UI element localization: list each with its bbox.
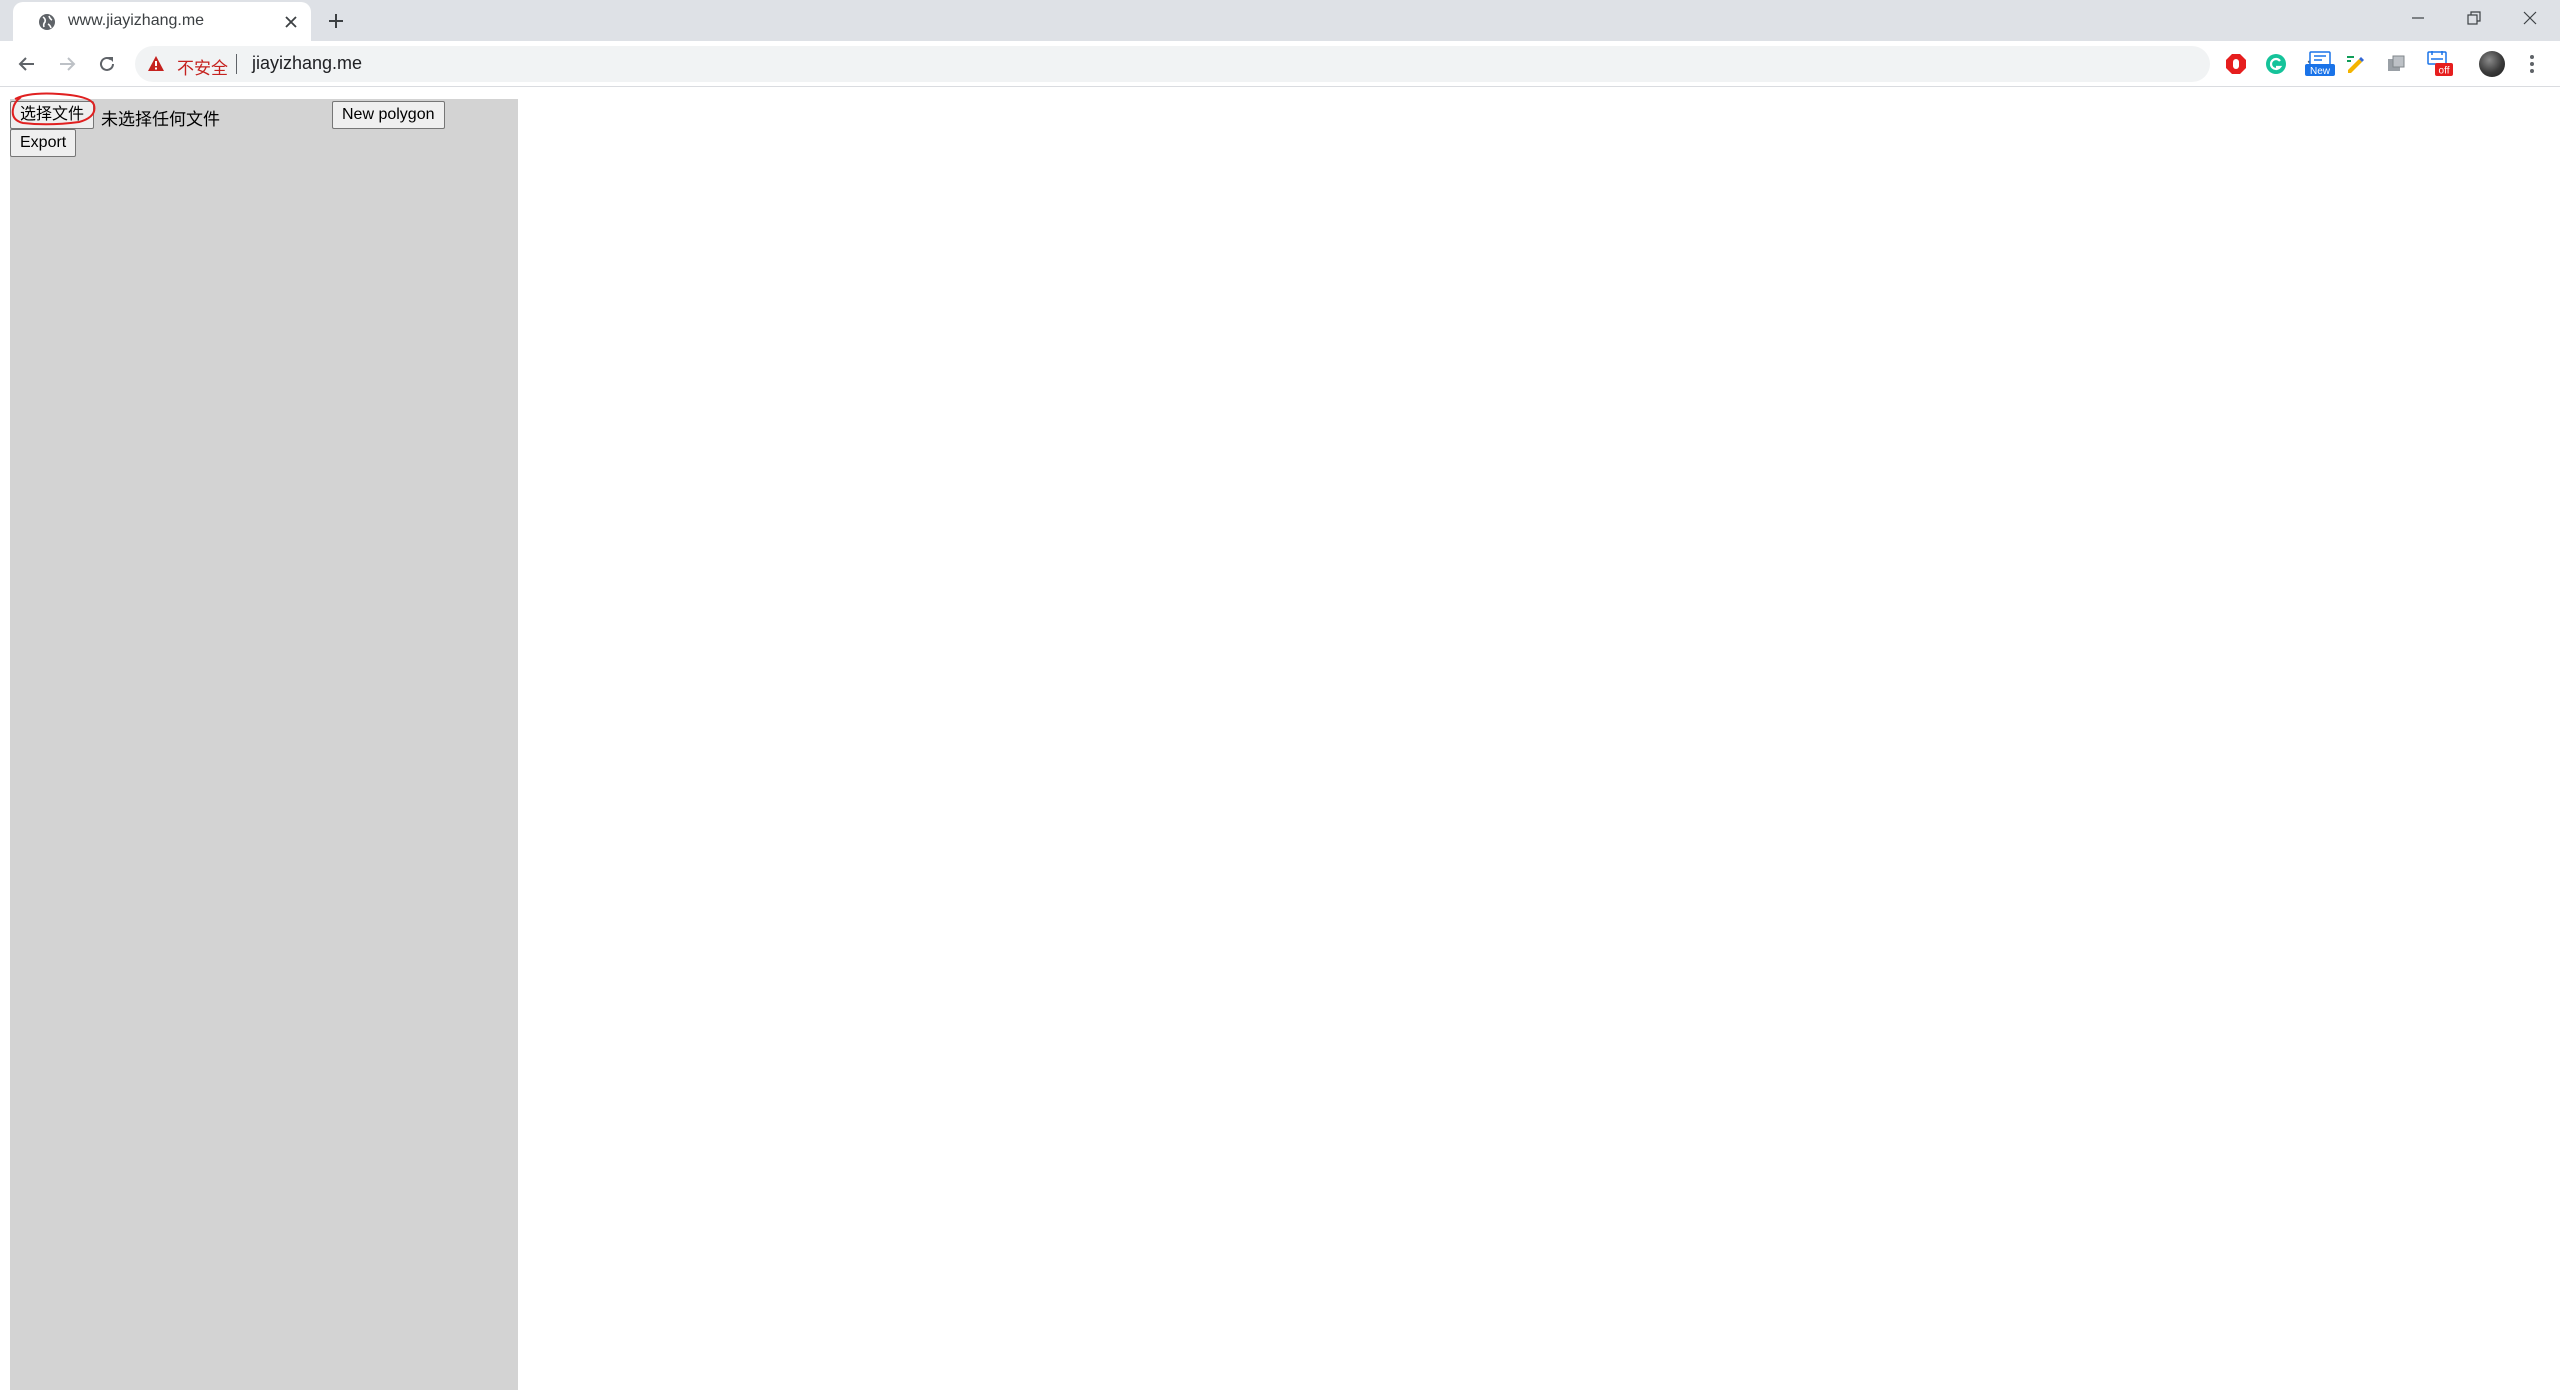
off-badge-extension-icon[interactable]: off — [2424, 51, 2454, 77]
tab-close-icon[interactable] — [281, 12, 301, 32]
new-tab-plus-icon[interactable] — [323, 8, 349, 34]
new-badge-text: New — [2310, 66, 2331, 77]
address-bar[interactable]: 不安全 jiayizhang.me — [135, 46, 2329, 82]
grammarly-extension-icon[interactable] — [2264, 52, 2288, 76]
restore-icon[interactable] — [2446, 0, 2502, 36]
off-badge-text: off — [2439, 66, 2450, 77]
browser-tab[interactable]: www.jiayizhang.me — [13, 2, 311, 41]
tab-strip: www.jiayizhang.me — [0, 0, 2560, 41]
control-panel — [10, 99, 518, 1390]
window-close-icon[interactable] — [2502, 0, 2558, 36]
export-button[interactable]: Export — [10, 129, 77, 157]
globe-icon — [39, 14, 55, 30]
reload-icon[interactable] — [90, 47, 124, 81]
browser-toolbar: 不安全 jiayizhang.me New off — [0, 41, 2560, 87]
url-text[interactable]: jiayizhang.me — [252, 53, 362, 74]
profile-avatar[interactable] — [2479, 51, 2505, 77]
pencil-extension-icon[interactable] — [2344, 52, 2368, 76]
choose-file-button[interactable]: 选择文件 — [10, 101, 95, 129]
tab-title: www.jiayizhang.me — [68, 12, 205, 29]
address-divider — [236, 54, 237, 74]
warning-icon — [148, 56, 164, 71]
adblock-extension-icon[interactable] — [2224, 52, 2248, 76]
forward-arrow-icon[interactable] — [50, 47, 84, 81]
new-badge-extension-icon[interactable]: New — [2304, 51, 2336, 77]
not-secure-label[interactable]: 不安全 — [177, 54, 228, 79]
page-viewport: 选择文件 未选择任何文件 New polygon Export — [0, 88, 2560, 1390]
puzzle-extension-icon[interactable] — [2384, 52, 2408, 76]
browser-menu-icon[interactable] — [2525, 52, 2539, 76]
new-polygon-button[interactable]: New polygon — [332, 101, 445, 129]
back-arrow-icon[interactable] — [10, 47, 44, 81]
file-status-text: 未选择任何文件 — [101, 110, 220, 129]
minimize-icon[interactable] — [2390, 0, 2446, 36]
